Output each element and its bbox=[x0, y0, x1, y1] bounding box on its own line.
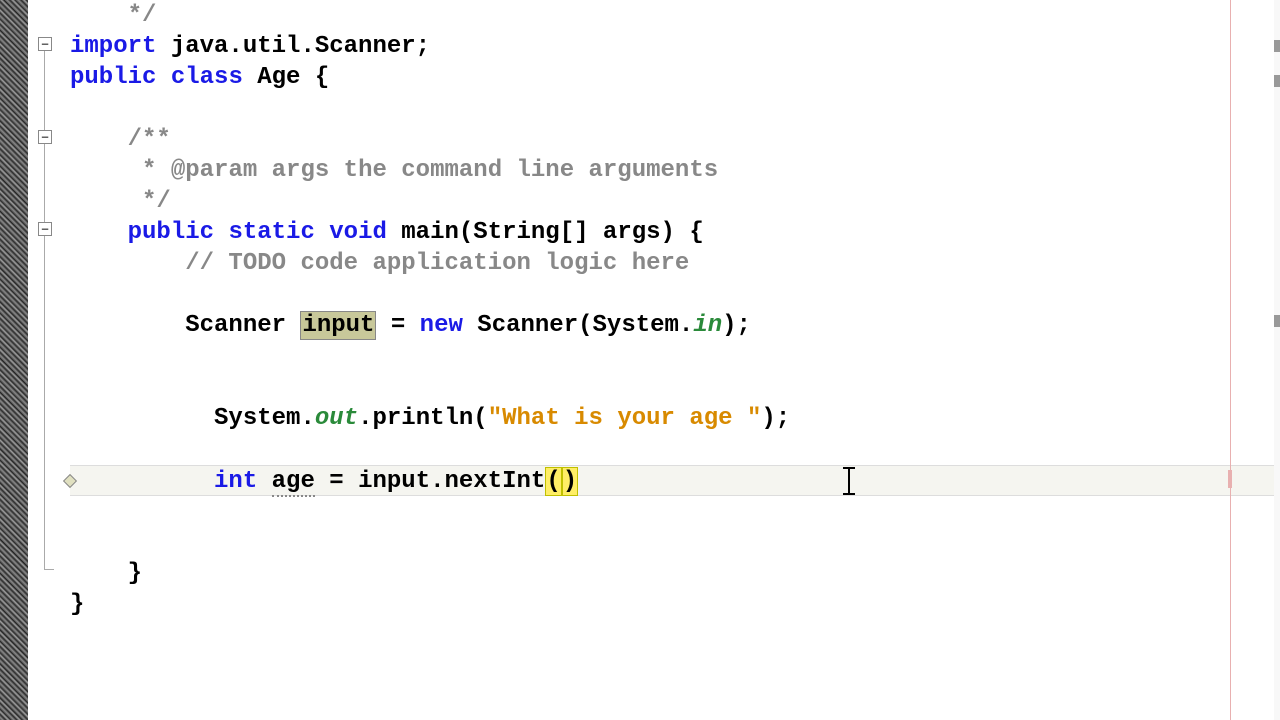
indent bbox=[70, 312, 185, 339]
editor-gutter bbox=[28, 0, 58, 720]
code-text: ); bbox=[761, 405, 790, 432]
margin-marker bbox=[1228, 470, 1232, 488]
comment-text: */ bbox=[70, 2, 156, 29]
code-text: Scanner(System. bbox=[463, 312, 693, 339]
code-text: (String[] args) { bbox=[459, 219, 704, 246]
scroll-marker bbox=[1274, 75, 1280, 87]
comment-text: */ bbox=[70, 188, 171, 215]
fold-guide bbox=[44, 236, 45, 569]
code-text: ); bbox=[722, 312, 751, 339]
current-line[interactable]: int age = input.nextInt() bbox=[70, 465, 1280, 496]
paren-highlight: ) bbox=[562, 467, 578, 496]
static-field: out bbox=[315, 405, 358, 432]
code-text: java.util.Scanner; bbox=[156, 33, 430, 60]
fold-guide bbox=[44, 51, 45, 130]
indent bbox=[70, 468, 214, 495]
paren-highlight: ( bbox=[545, 467, 561, 496]
code-editor[interactable]: */ import java.util.Scanner; public clas… bbox=[70, 0, 1280, 720]
javadoc-tag: @param bbox=[171, 157, 257, 184]
scroll-marker bbox=[1274, 315, 1280, 327]
code-text: = bbox=[376, 312, 419, 339]
static-field: in bbox=[693, 312, 722, 339]
fold-toggle-icon[interactable]: − bbox=[38, 222, 52, 236]
keyword: new bbox=[420, 312, 463, 339]
keyword: static bbox=[228, 219, 314, 246]
string-literal: "What is your age " bbox=[488, 405, 762, 432]
keyword: void bbox=[329, 219, 387, 246]
code-text: = input.nextInt bbox=[315, 468, 545, 495]
type-name: Scanner bbox=[185, 312, 300, 339]
keyword: public bbox=[70, 64, 156, 91]
code-text: } bbox=[70, 560, 142, 587]
fold-guide bbox=[44, 569, 54, 570]
text-cursor-icon bbox=[848, 467, 850, 495]
variable-highlight: input bbox=[300, 311, 376, 340]
fold-toggle-icon[interactable]: − bbox=[38, 130, 52, 144]
comment-text: /** bbox=[70, 126, 171, 153]
comment-text: * bbox=[70, 157, 171, 184]
code-text: System. bbox=[214, 405, 315, 432]
comment-text: args the command line arguments bbox=[257, 157, 718, 184]
right-margin-line bbox=[1230, 0, 1231, 720]
fold-toggle-icon[interactable]: − bbox=[38, 37, 52, 51]
fold-guide bbox=[44, 144, 45, 222]
keyword: class bbox=[171, 64, 243, 91]
code-text: { bbox=[300, 64, 329, 91]
indent bbox=[70, 405, 214, 432]
code-text: } bbox=[70, 591, 84, 618]
variable-warning: age bbox=[272, 468, 315, 497]
scrollbar-track[interactable] bbox=[1274, 0, 1280, 720]
minimap-strip bbox=[0, 0, 28, 720]
comment-text: // TODO code application logic here bbox=[70, 250, 689, 277]
keyword: import bbox=[70, 33, 156, 60]
scroll-marker bbox=[1274, 40, 1280, 52]
keyword: int bbox=[214, 468, 257, 495]
method-name: main bbox=[401, 219, 459, 246]
class-name: Age bbox=[257, 64, 300, 91]
code-text: .println( bbox=[358, 405, 488, 432]
keyword: public bbox=[128, 219, 214, 246]
